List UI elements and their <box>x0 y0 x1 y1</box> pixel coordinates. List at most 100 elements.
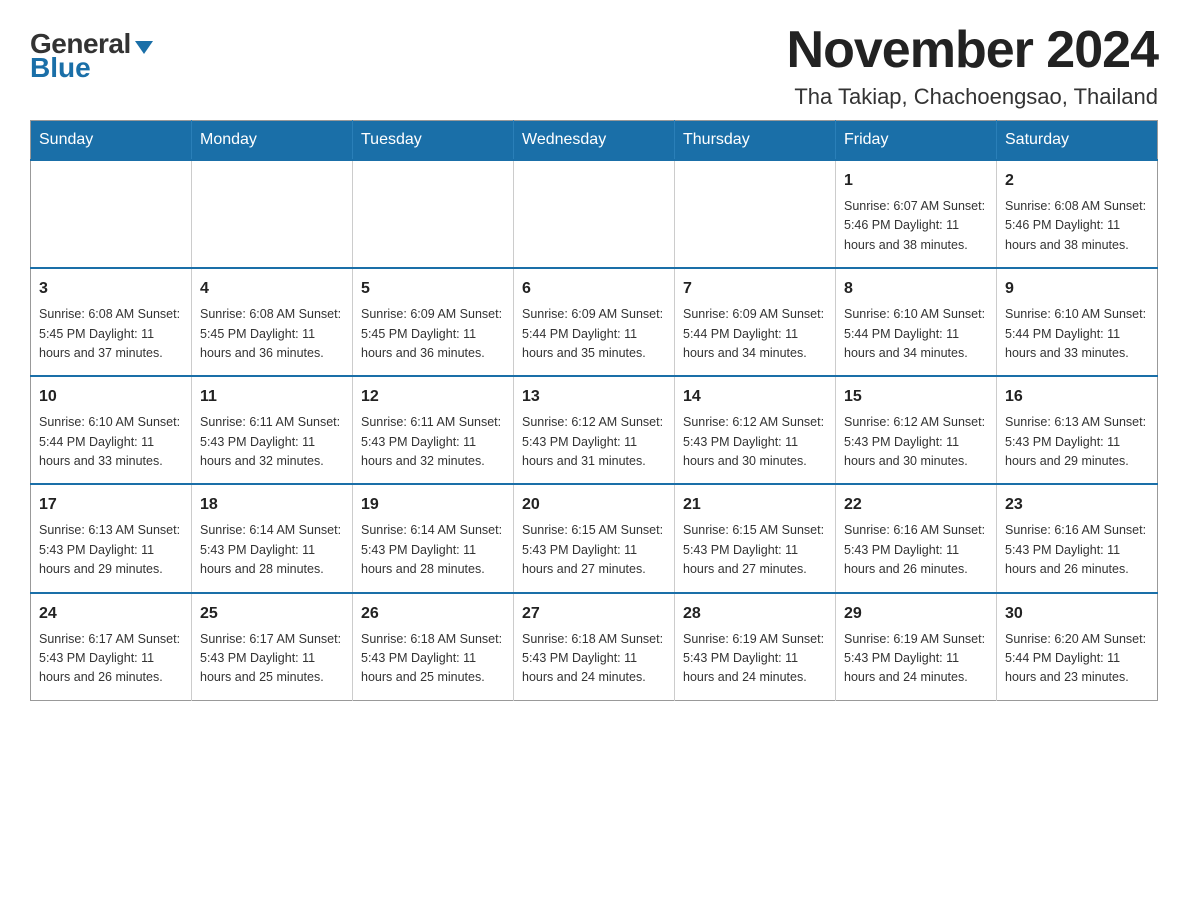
calendar-day-cell: 26Sunrise: 6:18 AM Sunset: 5:43 PM Dayli… <box>353 593 514 701</box>
calendar-day-cell: 21 Sunrise: 6:15 AM Sunset: 5:43 PM Dayli… <box>675 484 836 592</box>
logo-triangle-icon <box>135 41 153 54</box>
day-number: 16 <box>1005 385 1149 409</box>
calendar-day-cell <box>514 160 675 268</box>
calendar-day-cell <box>675 160 836 268</box>
calendar-day-cell: 9Sunrise: 6:10 AM Sunset: 5:44 PM Daylig… <box>997 268 1158 376</box>
logo-blue-text: Blue <box>30 52 91 84</box>
day-number: 8 <box>844 277 988 301</box>
calendar-day-cell: 12 Sunrise: 6:11 AM Sunset: 5:43 PM Dayli… <box>353 376 514 484</box>
day-number: 27 <box>522 602 666 626</box>
calendar-day-cell: 8Sunrise: 6:10 AM Sunset: 5:44 PM Daylig… <box>836 268 997 376</box>
day-number: 20 <box>522 493 666 517</box>
calendar-day-cell: 28Sunrise: 6:19 AM Sunset: 5:43 PM Dayli… <box>675 593 836 701</box>
calendar-day-cell: 25 Sunrise: 6:17 AM Sunset: 5:43 PM Dayli… <box>192 593 353 701</box>
calendar-day-cell: 13Sunrise: 6:12 AM Sunset: 5:43 PM Dayli… <box>514 376 675 484</box>
day-info: Sunrise: 6:17 AM Sunset: 5:43 PM Dayligh… <box>39 630 183 688</box>
month-title: November 2024 <box>787 20 1158 80</box>
calendar-day-cell: 5 Sunrise: 6:09 AM Sunset: 5:45 PM Daylig… <box>353 268 514 376</box>
day-number: 4 <box>200 277 344 301</box>
title-block: November 2024 Tha Takiap, Chachoengsao, … <box>787 20 1158 110</box>
calendar-day-cell: 20 Sunrise: 6:15 AM Sunset: 5:43 PM Dayli… <box>514 484 675 592</box>
day-info: Sunrise: 6:18 AM Sunset: 5:43 PM Dayligh… <box>361 630 505 688</box>
day-info: Sunrise: 6:09 AM Sunset: 5:45 PM Dayligh… <box>361 305 505 363</box>
calendar-day-cell: 4 Sunrise: 6:08 AM Sunset: 5:45 PM Daylig… <box>192 268 353 376</box>
calendar-week-row: 17 Sunrise: 6:13 AM Sunset: 5:43 PM Dayli… <box>31 484 1158 592</box>
day-number: 21 <box>683 493 827 517</box>
day-number: 18 <box>200 493 344 517</box>
day-of-week-header: Saturday <box>997 121 1158 161</box>
calendar-day-cell: 14 Sunrise: 6:12 AM Sunset: 5:43 PM Dayli… <box>675 376 836 484</box>
calendar-day-cell: 23 Sunrise: 6:16 AM Sunset: 5:43 PM Dayli… <box>997 484 1158 592</box>
day-info: Sunrise: 6:18 AM Sunset: 5:43 PM Dayligh… <box>522 630 666 688</box>
day-info: Sunrise: 6:15 AM Sunset: 5:43 PM Dayligh… <box>522 521 666 579</box>
day-info: Sunrise: 6:12 AM Sunset: 5:43 PM Dayligh… <box>522 413 666 471</box>
day-number: 30 <box>1005 602 1149 626</box>
day-number: 7 <box>683 277 827 301</box>
day-number: 14 <box>683 385 827 409</box>
day-info: Sunrise: 6:10 AM Sunset: 5:44 PM Dayligh… <box>39 413 183 471</box>
calendar-day-cell: 7 Sunrise: 6:09 AM Sunset: 5:44 PM Daylig… <box>675 268 836 376</box>
calendar-day-cell: 19 Sunrise: 6:14 AM Sunset: 5:43 PM Dayli… <box>353 484 514 592</box>
calendar-day-cell <box>353 160 514 268</box>
day-number: 17 <box>39 493 183 517</box>
day-number: 2 <box>1005 169 1149 193</box>
day-info: Sunrise: 6:11 AM Sunset: 5:43 PM Dayligh… <box>200 413 344 471</box>
calendar-week-row: 3 Sunrise: 6:08 AM Sunset: 5:45 PM Daylig… <box>31 268 1158 376</box>
calendar-day-cell: 18 Sunrise: 6:14 AM Sunset: 5:43 PM Dayli… <box>192 484 353 592</box>
calendar-body: 1 Sunrise: 6:07 AM Sunset: 5:46 PM Daylig… <box>31 160 1158 700</box>
day-info: Sunrise: 6:17 AM Sunset: 5:43 PM Dayligh… <box>200 630 344 688</box>
day-number: 6 <box>522 277 666 301</box>
day-info: Sunrise: 6:08 AM Sunset: 5:45 PM Dayligh… <box>200 305 344 363</box>
day-number: 3 <box>39 277 183 301</box>
calendar-week-row: 10 Sunrise: 6:10 AM Sunset: 5:44 PM Dayli… <box>31 376 1158 484</box>
calendar-day-cell: 30 Sunrise: 6:20 AM Sunset: 5:44 PM Dayli… <box>997 593 1158 701</box>
day-info: Sunrise: 6:16 AM Sunset: 5:43 PM Dayligh… <box>844 521 988 579</box>
day-number: 15 <box>844 385 988 409</box>
day-number: 10 <box>39 385 183 409</box>
calendar-day-cell <box>192 160 353 268</box>
calendar-week-row: 1 Sunrise: 6:07 AM Sunset: 5:46 PM Daylig… <box>31 160 1158 268</box>
day-info: Sunrise: 6:09 AM Sunset: 5:44 PM Dayligh… <box>683 305 827 363</box>
day-info: Sunrise: 6:15 AM Sunset: 5:43 PM Dayligh… <box>683 521 827 579</box>
day-info: Sunrise: 6:20 AM Sunset: 5:44 PM Dayligh… <box>1005 630 1149 688</box>
day-number: 22 <box>844 493 988 517</box>
day-info: Sunrise: 6:14 AM Sunset: 5:43 PM Dayligh… <box>361 521 505 579</box>
day-number: 24 <box>39 602 183 626</box>
day-of-week-header: Friday <box>836 121 997 161</box>
day-number: 28 <box>683 602 827 626</box>
day-info: Sunrise: 6:08 AM Sunset: 5:45 PM Dayligh… <box>39 305 183 363</box>
calendar-table: SundayMondayTuesdayWednesdayThursdayFrid… <box>30 120 1158 701</box>
day-number: 23 <box>1005 493 1149 517</box>
day-info: Sunrise: 6:16 AM Sunset: 5:43 PM Dayligh… <box>1005 521 1149 579</box>
calendar-day-cell: 11Sunrise: 6:11 AM Sunset: 5:43 PM Dayli… <box>192 376 353 484</box>
calendar-day-cell: 22 Sunrise: 6:16 AM Sunset: 5:43 PM Dayli… <box>836 484 997 592</box>
day-number: 9 <box>1005 277 1149 301</box>
day-of-week-header: Tuesday <box>353 121 514 161</box>
day-number: 5 <box>361 277 505 301</box>
day-info: Sunrise: 6:11 AM Sunset: 5:43 PM Dayligh… <box>361 413 505 471</box>
day-info: Sunrise: 6:12 AM Sunset: 5:43 PM Dayligh… <box>683 413 827 471</box>
day-info: Sunrise: 6:09 AM Sunset: 5:44 PM Dayligh… <box>522 305 666 363</box>
page-header: General Blue November 2024 Tha Takiap, C… <box>30 20 1158 110</box>
day-number: 25 <box>200 602 344 626</box>
day-number: 19 <box>361 493 505 517</box>
day-info: Sunrise: 6:13 AM Sunset: 5:43 PM Dayligh… <box>39 521 183 579</box>
calendar-day-cell: 17 Sunrise: 6:13 AM Sunset: 5:43 PM Dayli… <box>31 484 192 592</box>
logo: General Blue <box>30 20 153 84</box>
calendar-day-cell: 2 Sunrise: 6:08 AM Sunset: 5:46 PM Daylig… <box>997 160 1158 268</box>
day-info: Sunrise: 6:07 AM Sunset: 5:46 PM Dayligh… <box>844 197 988 255</box>
calendar-day-cell: 27 Sunrise: 6:18 AM Sunset: 5:43 PM Dayli… <box>514 593 675 701</box>
calendar-day-cell: 10 Sunrise: 6:10 AM Sunset: 5:44 PM Dayli… <box>31 376 192 484</box>
day-of-week-header: Wednesday <box>514 121 675 161</box>
calendar-day-cell: 15Sunrise: 6:12 AM Sunset: 5:43 PM Dayli… <box>836 376 997 484</box>
day-info: Sunrise: 6:08 AM Sunset: 5:46 PM Dayligh… <box>1005 197 1149 255</box>
location-subtitle: Tha Takiap, Chachoengsao, Thailand <box>787 84 1158 110</box>
calendar-day-cell: 29Sunrise: 6:19 AM Sunset: 5:43 PM Dayli… <box>836 593 997 701</box>
day-info: Sunrise: 6:13 AM Sunset: 5:43 PM Dayligh… <box>1005 413 1149 471</box>
day-info: Sunrise: 6:14 AM Sunset: 5:43 PM Dayligh… <box>200 521 344 579</box>
calendar-day-cell: 1 Sunrise: 6:07 AM Sunset: 5:46 PM Daylig… <box>836 160 997 268</box>
day-number: 12 <box>361 385 505 409</box>
calendar-day-cell: 3 Sunrise: 6:08 AM Sunset: 5:45 PM Daylig… <box>31 268 192 376</box>
day-of-week-header: Thursday <box>675 121 836 161</box>
day-number: 1 <box>844 169 988 193</box>
